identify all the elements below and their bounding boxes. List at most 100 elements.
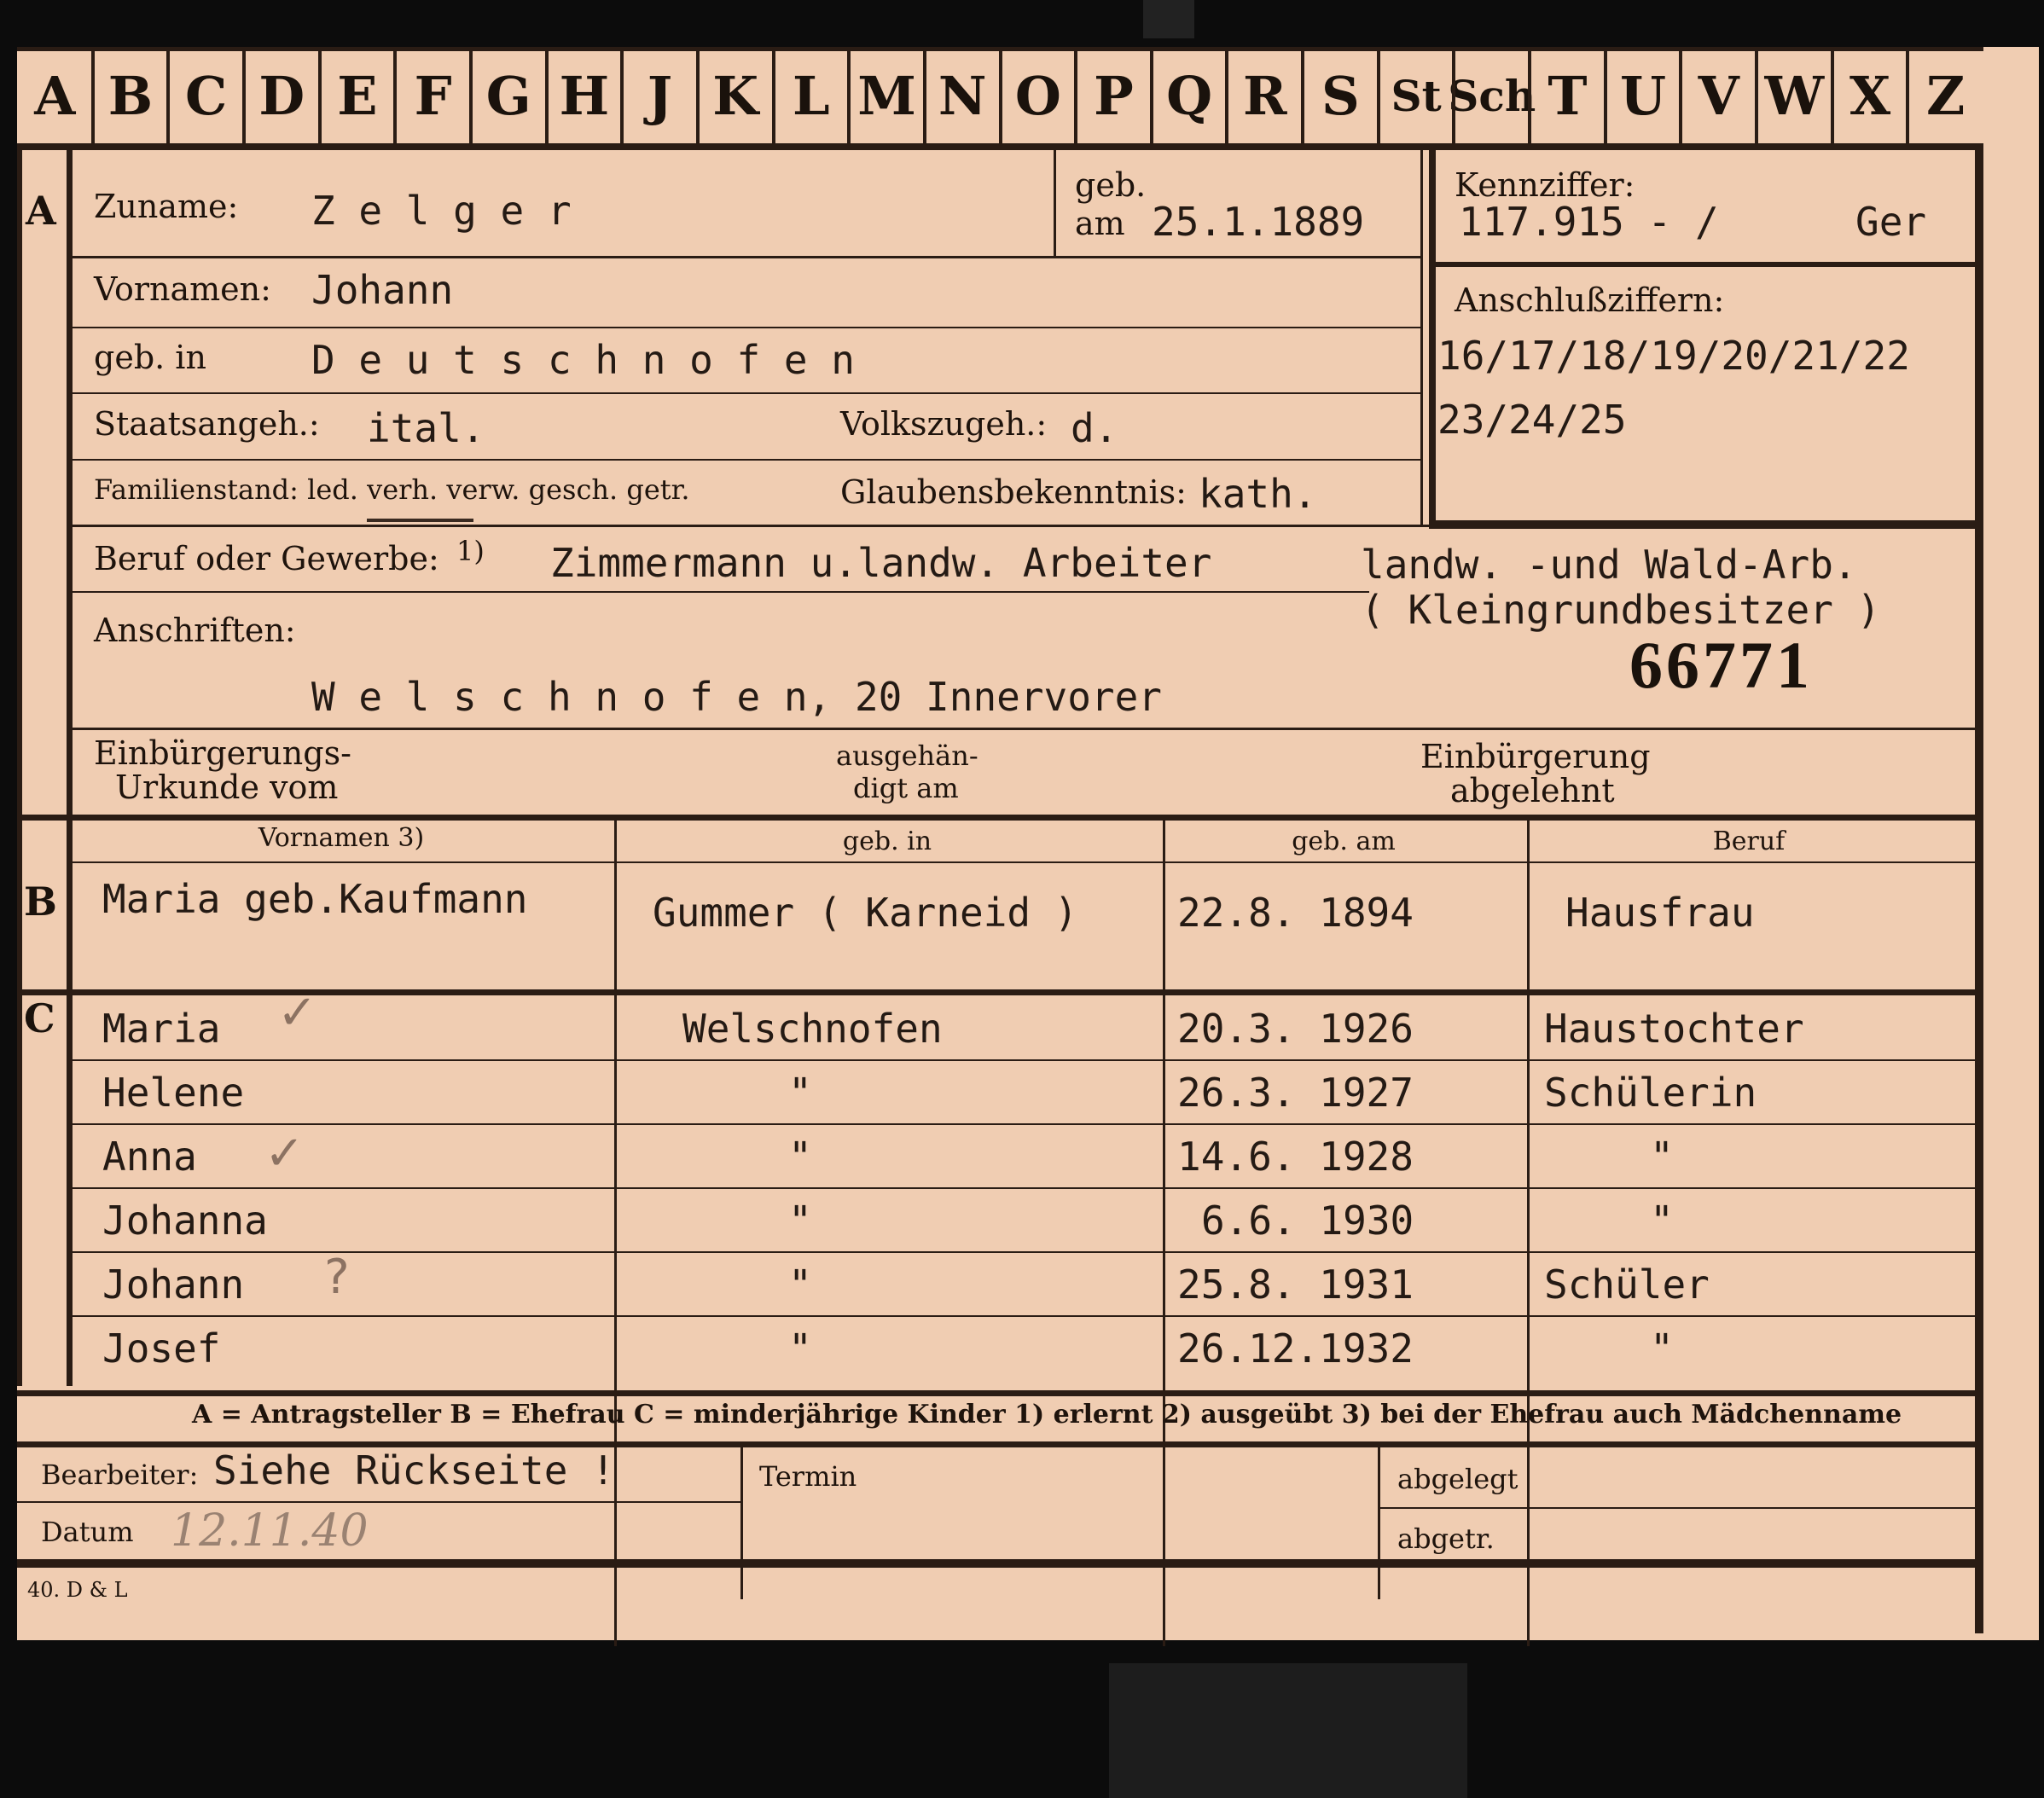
alphabet-tab: F xyxy=(414,65,452,127)
occupation-footnote: 1) xyxy=(456,535,485,567)
child-occupation: Haustochter xyxy=(1544,1006,1804,1052)
alphabet-tab: X xyxy=(1849,65,1891,127)
child-name: Johanna xyxy=(102,1198,268,1244)
child-birthdate: 6.6. 1930 xyxy=(1201,1198,1414,1244)
alphabet-tab: Q xyxy=(1166,65,1213,127)
alphabet-tab: J xyxy=(647,65,673,127)
anschluss-line-1: 16/17/18/19/20/21/22 xyxy=(1437,333,1910,379)
family-status-label: Familienstand: led. verh. verw. gesch. g… xyxy=(94,473,690,506)
child-birthdate: 26.3. 1927 xyxy=(1177,1070,1414,1116)
address-value: W e l s c h n o f e n, 20 Innervorer xyxy=(311,674,1162,720)
rejected-label-1: Einbürgerung xyxy=(1420,738,1651,775)
alphabet-tab: A xyxy=(34,65,76,127)
surname-label: Zuname: xyxy=(94,188,239,225)
child-name: Johann xyxy=(102,1262,245,1308)
child-name: Helene xyxy=(102,1070,245,1116)
rejected-label-2: abgelehnt xyxy=(1450,772,1615,809)
alphabet-tab: O xyxy=(1014,65,1061,127)
question-mark-johann: ? xyxy=(324,1250,350,1305)
surname-value: Z e l g e r xyxy=(311,188,572,234)
alphabet-tab: V xyxy=(1698,65,1739,127)
background-strip-bottom xyxy=(1109,1663,1467,1798)
alphabet-tab: D xyxy=(258,65,305,127)
section-marker-a: A xyxy=(26,188,56,234)
occupation-value-3: ( Kleingrundbesitzer ) xyxy=(1361,587,1881,633)
datum-label: Datum xyxy=(41,1516,134,1548)
child-birthplace: " xyxy=(788,1134,812,1180)
child-birthplace: Welschnofen xyxy=(682,1006,943,1052)
alphabet-tab: C xyxy=(184,65,228,127)
child-occupation: Schülerin xyxy=(1544,1070,1757,1116)
birthdate-label-am: am xyxy=(1075,205,1125,242)
check-mark-maria: ✓ xyxy=(277,985,317,1041)
birthdate-value: 25.1.1889 xyxy=(1152,199,1365,245)
family-status-underline xyxy=(367,519,473,522)
address-label: Anschriften: xyxy=(94,612,296,649)
naturalization-label-1: Einbürgerungs- xyxy=(94,734,351,772)
child-birthdate: 25.8. 1931 xyxy=(1177,1262,1414,1308)
occupation-label: Beruf oder Gewerbe: xyxy=(94,540,439,577)
ethnicity-value: d. xyxy=(1071,405,1118,451)
citizenship-value: ital. xyxy=(367,405,485,451)
alphabet-tab: E xyxy=(337,65,378,127)
firstname-value: Johann xyxy=(311,267,454,313)
termin-label: Termin xyxy=(759,1460,857,1493)
abgelegt-label: abgelegt xyxy=(1397,1463,1518,1495)
child-birthdate: 20.3. 1926 xyxy=(1177,1006,1414,1052)
alphabet-tab: U xyxy=(1620,65,1667,127)
child-birthplace: " xyxy=(788,1198,812,1244)
citizenship-label: Staatsangeh.: xyxy=(94,405,320,443)
child-occupation: " xyxy=(1650,1198,1674,1244)
alphabet-tab: N xyxy=(938,65,987,127)
alphabet-tab: L xyxy=(793,65,830,127)
anschluss-label: Anschlußziffern: xyxy=(1455,281,1725,319)
alphabet-tab: St xyxy=(1391,71,1442,121)
print-code: 40. D & L xyxy=(27,1578,128,1602)
naturalization-label-2: Urkunde vom xyxy=(115,768,339,806)
religion-value: kath. xyxy=(1199,471,1317,517)
alphabet-tab: H xyxy=(559,65,610,127)
birthplace-value: D e u t s c h n o f e n xyxy=(311,337,855,383)
section-marker-c: C xyxy=(24,995,55,1041)
check-mark-anna: ✓ xyxy=(264,1126,305,1181)
datum-value: 12.11.40 xyxy=(171,1505,369,1557)
section-marker-b: B xyxy=(24,879,57,925)
header-occupation: Beruf xyxy=(1712,826,1786,856)
bearbeiter-label: Bearbeiter: xyxy=(41,1459,199,1491)
kennziffer-value: 117.915 - / xyxy=(1459,199,1719,245)
alphabet-tab: Z xyxy=(1926,65,1966,127)
spouse-birthdate: 22.8. 1894 xyxy=(1177,890,1414,936)
child-occupation: Schüler xyxy=(1544,1262,1710,1308)
handed-label-1: ausgehän- xyxy=(836,740,978,772)
anschluss-line-2: 23/24/25 xyxy=(1437,397,1627,443)
child-name: Maria xyxy=(102,1006,221,1052)
kennziffer-suffix: Ger xyxy=(1855,199,1927,245)
birthdate-label-geb: geb. xyxy=(1075,166,1147,204)
child-occupation: " xyxy=(1650,1325,1674,1372)
spouse-name: Maria geb.Kaufmann xyxy=(102,876,528,922)
header-birthdate: geb. am xyxy=(1292,826,1396,856)
spouse-birthplace: Gummer ( Karneid ) xyxy=(653,890,1078,936)
alphabet-tab: B xyxy=(107,65,154,127)
child-birthdate: 14.6. 1928 xyxy=(1177,1134,1414,1180)
birthplace-label: geb. in xyxy=(94,339,206,376)
alphabet-tab: K xyxy=(712,65,759,127)
alphabet-tab: P xyxy=(1094,65,1134,127)
alphabet-tab: S xyxy=(1321,65,1360,127)
child-birthplace: " xyxy=(788,1325,812,1372)
header-firstnames: Vornamen 3) xyxy=(258,823,425,853)
child-occupation: " xyxy=(1650,1134,1674,1180)
alphabet-tab: Sch xyxy=(1448,71,1536,121)
alphabet-tab: T xyxy=(1548,65,1588,127)
child-name: Anna xyxy=(102,1134,197,1180)
firstname-label: Vornamen: xyxy=(94,270,271,308)
occupation-value-2: landw. -und Wald-Arb. xyxy=(1361,542,1857,588)
child-birthdate: 26.12.1932 xyxy=(1177,1325,1414,1372)
number-stamp: 66771 xyxy=(1629,628,1813,702)
alphabet-tab: G xyxy=(485,65,531,127)
abgetr-label: abgetr. xyxy=(1397,1522,1495,1555)
child-birthplace: " xyxy=(788,1070,812,1116)
child-birthplace: " xyxy=(788,1262,812,1308)
alphabet-tab: R xyxy=(1243,65,1287,127)
child-name: Josef xyxy=(102,1325,221,1372)
